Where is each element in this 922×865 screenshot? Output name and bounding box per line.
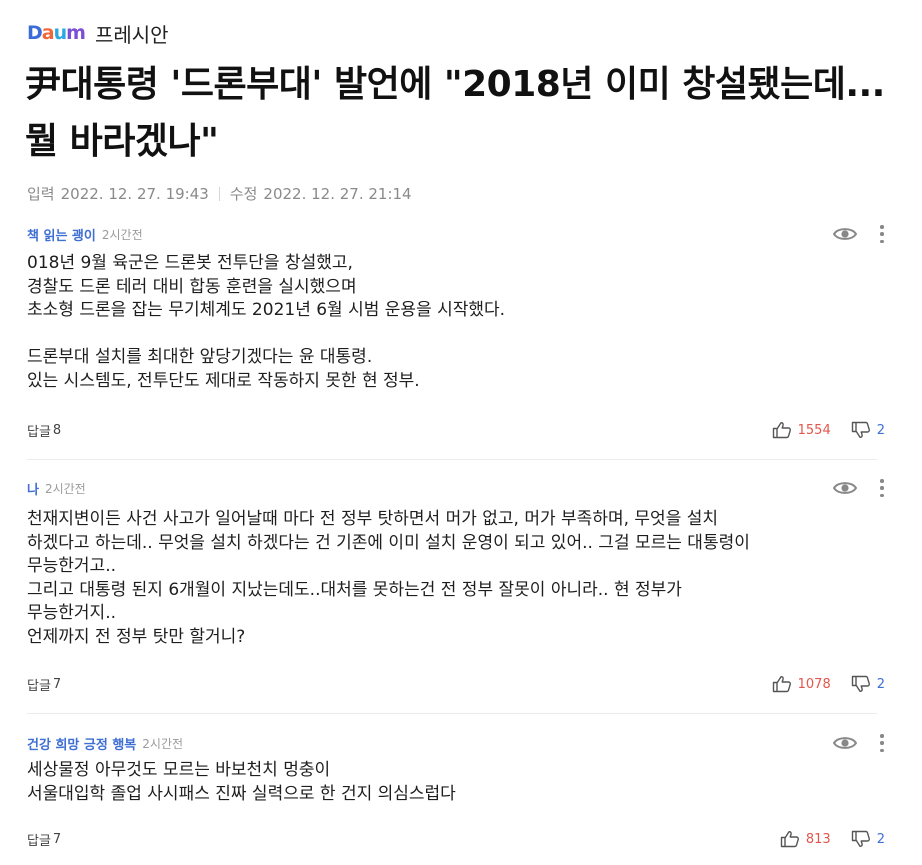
comment-text: 018년 9월 육군은 드론봇 전투단을 창설했고, 경찰도 드론 테러 대비 … [27,253,506,391]
like-count: 813 [805,831,831,847]
eye-icon[interactable] [833,480,857,496]
more-vertical-icon[interactable] [879,479,885,497]
comment-divider [27,459,877,460]
input-label: 입력 [27,185,55,203]
comment: 나 2시간전 천재지변이든 사건 사고가 일어날때 마다 전 정부 탓하면서 머… [27,478,885,696]
dislike-count: 2 [876,676,885,692]
dislike-button[interactable]: 2 [851,421,885,439]
edit-date: 2022. 12. 27. 21:14 [263,184,412,203]
thumbs-up-icon [780,831,799,848]
thumbs-up-icon [772,676,791,693]
comment-time: 2시간전 [142,736,184,751]
comment-time: 2시간전 [101,227,143,242]
comment-text: 세상물정 아무것도 모르는 바보천치 멍충이 서울대입학 졸업 사시패스 진짜 … [27,760,456,804]
date-divider [218,186,220,201]
dislike-button[interactable]: 2 [851,675,885,693]
reply-button[interactable]: 답글 [27,421,51,440]
dislike-count: 2 [876,831,885,847]
publisher-name[interactable]: 프레시안 [95,19,169,48]
input-date: 2022. 12. 27. 19:43 [60,184,209,203]
thumbs-up-icon [772,422,791,439]
comment: 책 읽는 괭이 2시간전 018년 9월 육군은 드론봇 전투단을 창설했고, … [27,224,885,442]
eye-icon[interactable] [833,735,857,751]
thumbs-down-icon [851,675,870,692]
thumbs-down-icon [851,421,870,438]
article-title: 尹대통령 '드론부대' 발언에 "2018년 이미 창설됐는데...뭘 바라겠나… [25,64,885,162]
like-button[interactable]: 1078 [772,675,831,693]
thumbs-down-icon [851,830,870,847]
like-count: 1554 [797,422,831,438]
dislike-count: 2 [876,422,885,438]
comment-text: 천재지변이든 사건 사고가 일어날때 마다 전 정부 탓하면서 머가 없고, 머… [27,509,750,647]
comment-divider [27,713,877,714]
more-vertical-icon[interactable] [879,734,885,752]
edit-label: 수정 [229,185,258,203]
like-button[interactable]: 813 [780,830,831,848]
eye-icon[interactable] [833,226,857,242]
daum-logo[interactable]: Daum [27,22,86,44]
header: Daum 프레시안 [27,18,169,48]
reply-count: 7 [52,831,62,847]
comment-nickname[interactable]: 나 [27,479,39,498]
dislike-button[interactable]: 2 [851,830,885,848]
more-vertical-icon[interactable] [879,225,885,243]
comment-nickname[interactable]: 건강 희망 긍정 행복 [27,734,136,753]
comment-time: 2시간전 [44,481,86,496]
like-button[interactable]: 1554 [772,421,831,439]
like-count: 1078 [797,676,831,692]
article-dates: 입력 2022. 12. 27. 19:43 수정 2022. 12. 27. … [27,183,412,204]
reply-count: 8 [52,422,62,438]
comment-nickname[interactable]: 책 읽는 괭이 [27,225,96,244]
reply-button[interactable]: 답글 [27,830,51,849]
reply-button[interactable]: 답글 [27,675,51,694]
comment: 건강 희망 긍정 행복 2시간전 세상물정 아무것도 모르는 바보천치 멍충이 … [27,733,885,853]
reply-count: 7 [52,676,62,692]
